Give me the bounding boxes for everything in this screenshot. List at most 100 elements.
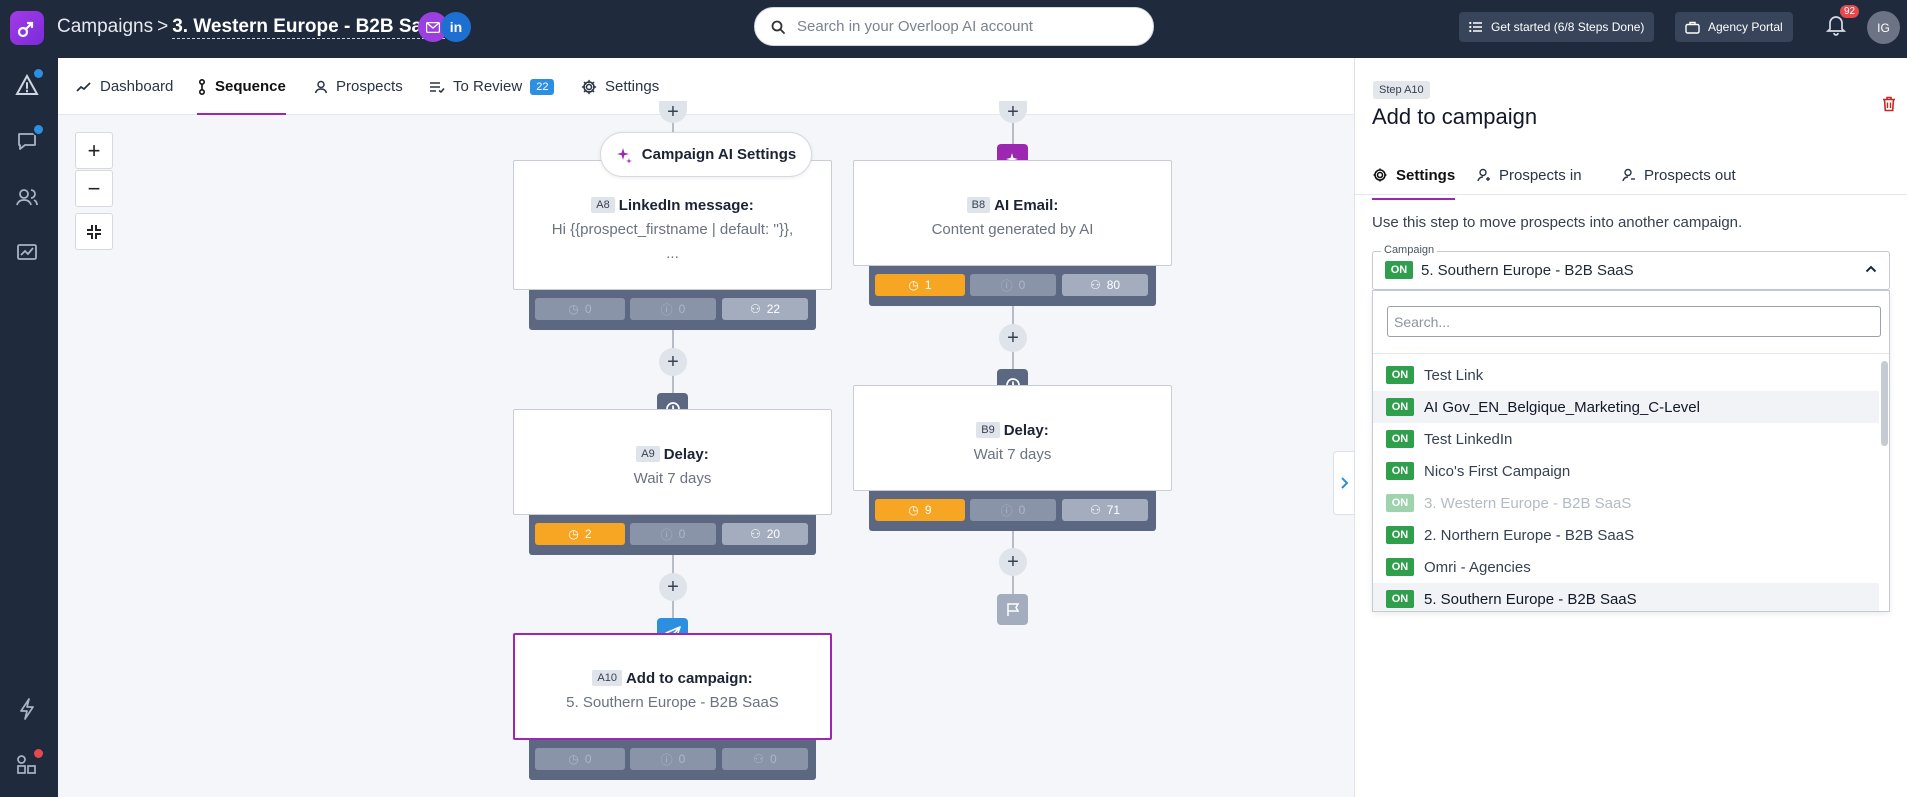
tab-sequence[interactable]: Sequence (197, 58, 286, 115)
add-step-button[interactable]: + (659, 348, 687, 376)
get-started-button[interactable]: Get started (6/8 Steps Done) (1459, 12, 1655, 42)
notifications-button[interactable] (1825, 14, 1847, 41)
stat-scheduled[interactable]: ◷ 1 (875, 274, 965, 296)
fit-view-button[interactable] (75, 213, 113, 250)
campaign-option[interactable]: ON Test LinkedIn (1373, 423, 1879, 455)
step-tag: B9 (976, 422, 1000, 438)
rail-integrations[interactable] (13, 747, 45, 779)
stat-scheduled[interactable]: ◷ 0 (535, 748, 625, 770)
user-avatar[interactable]: IG (1867, 11, 1900, 44)
stat-errors[interactable]: ⓘ 0 (970, 274, 1056, 296)
zoom-out-button[interactable]: − (75, 170, 113, 207)
stat-value: 0 (584, 302, 592, 316)
global-search[interactable] (754, 7, 1154, 46)
stat-scheduled[interactable]: ◷ 0 (535, 298, 625, 320)
stat-errors[interactable]: ⓘ 0 (970, 499, 1056, 521)
step-card-b9[interactable]: B9 Delay: Wait 7 days (853, 385, 1172, 491)
search-icon (771, 20, 785, 34)
stat-errors[interactable]: ⓘ 0 (630, 523, 716, 545)
step-content: Wait 7 days (973, 446, 1052, 463)
stat-completed[interactable]: ⚇ 0 (722, 748, 808, 770)
campaign-search-input[interactable] (1387, 306, 1881, 337)
add-step-button[interactable]: + (999, 101, 1027, 123)
stat-value: 0 (1018, 503, 1026, 517)
gear-icon (581, 79, 597, 94)
step-card-a9[interactable]: A9 Delay: Wait 7 days (513, 409, 832, 515)
clock-icon: ◷ (908, 278, 919, 292)
add-step-button[interactable]: + (999, 324, 1027, 352)
on-status-badge: ON (1386, 590, 1414, 608)
panel-tab-prospects-in[interactable]: Prospects in (1477, 156, 1582, 194)
gear-icon (1373, 168, 1387, 182)
agency-portal-button[interactable]: Agency Portal (1675, 12, 1793, 42)
campaign-option[interactable]: ON Nico's First Campaign (1373, 455, 1879, 487)
plus-icon: + (667, 100, 679, 123)
dropdown-scrollbar[interactable] (1881, 361, 1888, 446)
plus-icon: + (87, 137, 101, 163)
step-card-b8[interactable]: B8 AI Email: Content generated by AI (853, 160, 1172, 266)
step-card-a8[interactable]: A8 LinkedIn message: Hi {{prospect_firstn… (513, 160, 832, 290)
zoom-in-button[interactable]: + (75, 132, 113, 169)
stat-errors[interactable]: ⓘ 0 (630, 748, 716, 770)
alert-icon: ⓘ (660, 527, 673, 542)
stat-scheduled[interactable]: ◷ 2 (535, 523, 625, 545)
plus-icon: + (667, 575, 679, 598)
rail-campaigns[interactable] (13, 67, 45, 99)
stat-value: 0 (1018, 278, 1026, 292)
campaign-option[interactable]: ON Test Link (1373, 359, 1879, 391)
stat-completed[interactable]: ⚇ 22 (722, 298, 808, 320)
step-tag: A10 (592, 670, 622, 686)
rail-reports[interactable] (13, 239, 41, 267)
step-title: Delay: (663, 446, 709, 463)
campaign-option[interactable]: ON AI Gov_EN_Belgique_Marketing_C-Level (1373, 391, 1879, 423)
stat-completed[interactable]: ⚇ 20 (722, 523, 808, 545)
stat-value: 0 (584, 752, 592, 766)
campaign-name[interactable]: 3. Western Europe - B2B SaaS (172, 16, 446, 39)
delete-step-button[interactable] (1882, 96, 1896, 117)
add-step-button[interactable]: + (659, 101, 687, 123)
panel-toggle-button[interactable] (1333, 451, 1355, 515)
campaign-option[interactable]: ON 2. Northern Europe - B2B SaaS (1373, 519, 1879, 551)
stat-value: 20 (766, 527, 781, 541)
rail-inbox[interactable] (13, 123, 45, 155)
tab-settings[interactable]: Settings (581, 58, 659, 115)
campaign-option-selected[interactable]: ON 5. Southern Europe - B2B SaaS (1373, 583, 1879, 611)
rail-notification-dot (32, 747, 45, 760)
clock-icon: ◷ (568, 302, 579, 316)
on-status-badge: ON (1386, 526, 1414, 544)
stat-errors[interactable]: ⓘ 0 (630, 298, 716, 320)
campaign-select[interactable]: Campaign ON 5. Southern Europe - B2B Saa… (1372, 244, 1890, 290)
stat-completed[interactable]: ⚇ 80 (1062, 274, 1148, 296)
user-in-icon (1477, 168, 1490, 182)
campaign-option[interactable]: ON Omri - Agencies (1373, 551, 1879, 583)
add-step-button[interactable]: + (999, 548, 1027, 576)
chevron-up-icon (1865, 265, 1877, 273)
panel-tab-prospects-out[interactable]: Prospects out (1622, 156, 1736, 194)
panel-tab-settings[interactable]: Settings (1372, 156, 1456, 200)
rail-contacts[interactable] (13, 183, 41, 211)
alert-icon: ⓘ (1000, 278, 1013, 293)
sparkle-icon (616, 147, 632, 163)
tab-to-review[interactable]: To Review 22 (429, 58, 555, 115)
tab-dashboard[interactable]: Dashboard (76, 58, 173, 115)
stat-completed[interactable]: ⚇ 71 (1062, 499, 1148, 521)
left-rail (0, 58, 58, 797)
campaign-ai-settings-button[interactable]: Campaign AI Settings (600, 132, 812, 177)
add-step-button[interactable]: + (659, 573, 687, 601)
flag-icon (1006, 602, 1019, 616)
panel-tab-settings-label: Settings (1396, 166, 1456, 184)
stat-scheduled[interactable]: ◷ 9 (875, 499, 965, 521)
tab-prospects-label: Prospects (336, 78, 403, 95)
divider (1355, 194, 1907, 195)
tab-prospects[interactable]: Prospects (314, 58, 403, 115)
breadcrumb-campaigns[interactable]: Campaigns (57, 16, 153, 37)
search-input[interactable] (797, 18, 1117, 35)
rail-automations[interactable] (13, 695, 41, 723)
step-card-a10[interactable]: A10 Add to campaign: 5. Southern Europe -… (513, 633, 832, 740)
campaign-option-label: Test LinkedIn (1424, 430, 1513, 448)
step-content: Hi {{prospect_firstname | default: ''}}, (551, 221, 794, 238)
stat-value: 1 (924, 278, 932, 292)
app-logo[interactable] (10, 11, 44, 45)
tab-sequence-label: Sequence (215, 78, 286, 95)
checklist-icon (430, 81, 445, 93)
